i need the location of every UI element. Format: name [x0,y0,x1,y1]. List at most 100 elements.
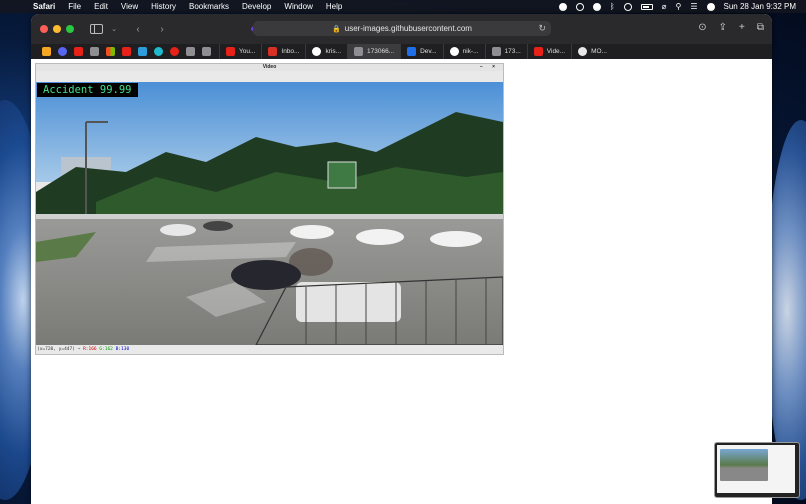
video-window: Video – × Accident 99.99 (x=720, y=447) … [35,63,504,355]
toolbar-right-buttons: ⊙ ⇪ + ⧉ [698,22,764,33]
car-dark-crashed [231,260,301,290]
menu-bar: Safari File Edit View History Bookmarks … [0,0,806,13]
chevron-down-icon[interactable]: ⌄ [107,25,121,33]
lock-icon: 🔒 [332,25,341,33]
battery-icon[interactable] [640,3,653,10]
safari-window: ⌄ ‹ › 🔒 user-images.githubusercontent.co… [31,14,772,504]
gmail-icon [268,47,278,56]
status-green: G:162 [99,347,113,352]
pinned-tab-7-icon[interactable] [138,47,147,56]
bluetooth-icon[interactable]: ᛒ [610,2,615,11]
tab-label: kris... [325,48,341,55]
tab-video[interactable]: Vide... [526,44,571,59]
status-red: R:166 [83,347,97,352]
siri-icon[interactable] [706,2,715,11]
tab-label: 173066... [367,48,395,55]
control-center-icon[interactable]: ☰ [690,2,697,11]
pinned-tab-6-icon[interactable] [122,47,131,56]
menu-view[interactable]: View [121,2,138,11]
new-tab-icon[interactable]: + [739,22,745,33]
menu-develop[interactable]: Develop [242,2,271,11]
traffic-camera-scene [36,82,503,345]
tab-image-2[interactable]: 173... [484,44,527,59]
moon-icon[interactable] [592,2,601,11]
youtube-icon [226,47,235,56]
tab-bar: You... Inbo... kris... 173066... Dev... … [31,44,772,59]
pinned-tab-4-icon[interactable] [90,47,99,56]
detection-label: Accident 99.99 [37,83,138,97]
menu-bookmarks[interactable]: Bookmarks [189,2,229,11]
apple-icon[interactable] [10,2,20,12]
car-white-2 [290,225,334,239]
wifi-off-icon[interactable]: ⌀ [662,2,667,11]
sidebar-toggle-icon[interactable] [90,24,103,34]
play-icon[interactable] [575,2,584,11]
pinned-tab-9-icon[interactable] [170,47,179,56]
car-dark-1 [203,221,233,231]
address-bar[interactable]: 🔒 user-images.githubusercontent.com ↻ [253,21,551,36]
menu-app-name[interactable]: Safari [33,2,55,11]
reload-icon[interactable]: ↻ [538,23,546,34]
close-window-button[interactable] [40,25,48,33]
youtube-icon [533,47,543,56]
screenshot-thumbnail-preview[interactable] [714,442,800,498]
car-white-3 [356,229,404,245]
status-coordinates: (x=720, y=447) ~ [37,347,81,352]
browser-toolbar: ⌄ ‹ › 🔒 user-images.githubusercontent.co… [31,14,772,44]
menu-file[interactable]: File [68,2,81,11]
share-icon[interactable]: ⇪ [719,22,727,33]
user-icon[interactable] [623,2,632,11]
generic-page-icon [491,47,501,56]
pinned-tab-2-icon[interactable] [58,47,67,56]
tab-label: You... [239,48,256,55]
forward-arrow-icon[interactable]: › [155,24,169,35]
fullscreen-window-button[interactable] [66,25,74,33]
menu-history[interactable]: History [151,2,176,11]
menu-edit[interactable]: Edit [94,2,108,11]
pinned-tab-3-icon[interactable] [74,47,83,56]
menu-bar-status-area: ᛒ ⌀ ⚲ ☰ Sun 28 Jan 9:32 PM [558,0,797,13]
tab-inbox[interactable]: Inbo... [261,44,305,59]
window-controls [40,25,74,33]
minimize-window-button[interactable] [53,25,61,33]
tab-label: Inbo... [281,48,300,55]
pixel-status-bar: (x=720, y=447) ~ R:166 G:162 B:130 [37,345,129,354]
address-url[interactable]: user-images.githubusercontent.com [345,24,472,33]
search-icon[interactable]: ⚲ [675,2,681,11]
pinned-tab-10-icon[interactable] [186,47,195,56]
pinned-tab-5-icon[interactable] [106,47,115,56]
tab-label: 173... [504,48,521,55]
tab-devpost[interactable]: Dev... [400,44,443,59]
back-arrow-icon[interactable]: ‹ [131,24,145,35]
suv-white [296,282,401,322]
tab-cloud[interactable]: MO... [571,44,613,59]
pinned-tab-1-icon[interactable] [42,47,51,56]
github-icon [312,47,322,56]
car-white-1 [160,224,196,236]
video-frame: Accident 99.99 [36,82,503,345]
menu-window[interactable]: Window [284,2,312,11]
tab-label: MO... [591,48,607,55]
menu-help[interactable]: Help [326,2,342,11]
tab-overview-icon[interactable]: ⧉ [757,22,764,33]
tab-youtube[interactable]: You... [219,44,261,59]
tab-github-nik[interactable]: nik-... [442,44,485,59]
tab-label: nik-... [462,48,479,55]
pinned-tab-8-icon[interactable] [154,47,163,56]
github-icon [449,47,459,56]
car-white-4 [430,231,482,247]
location-icon[interactable] [558,2,567,11]
video-window-title: Video [262,64,277,70]
tab-current-image[interactable]: 173066... [347,44,401,59]
tab-label: Dev... [420,48,437,55]
tab-github-kris[interactable]: kris... [305,44,347,59]
billboard [327,161,357,189]
status-blue: B:130 [115,347,130,352]
video-window-controls[interactable]: – × [480,64,499,71]
guard-rail [36,214,503,219]
pinned-tab-11-icon[interactable] [202,47,211,56]
downloads-icon[interactable]: ⊙ [698,22,706,33]
menu-bar-clock[interactable]: Sun 28 Jan 9:32 PM [724,2,797,11]
tab-label: Vide... [546,48,566,55]
video-window-titlebar[interactable]: Video – × [36,64,503,71]
